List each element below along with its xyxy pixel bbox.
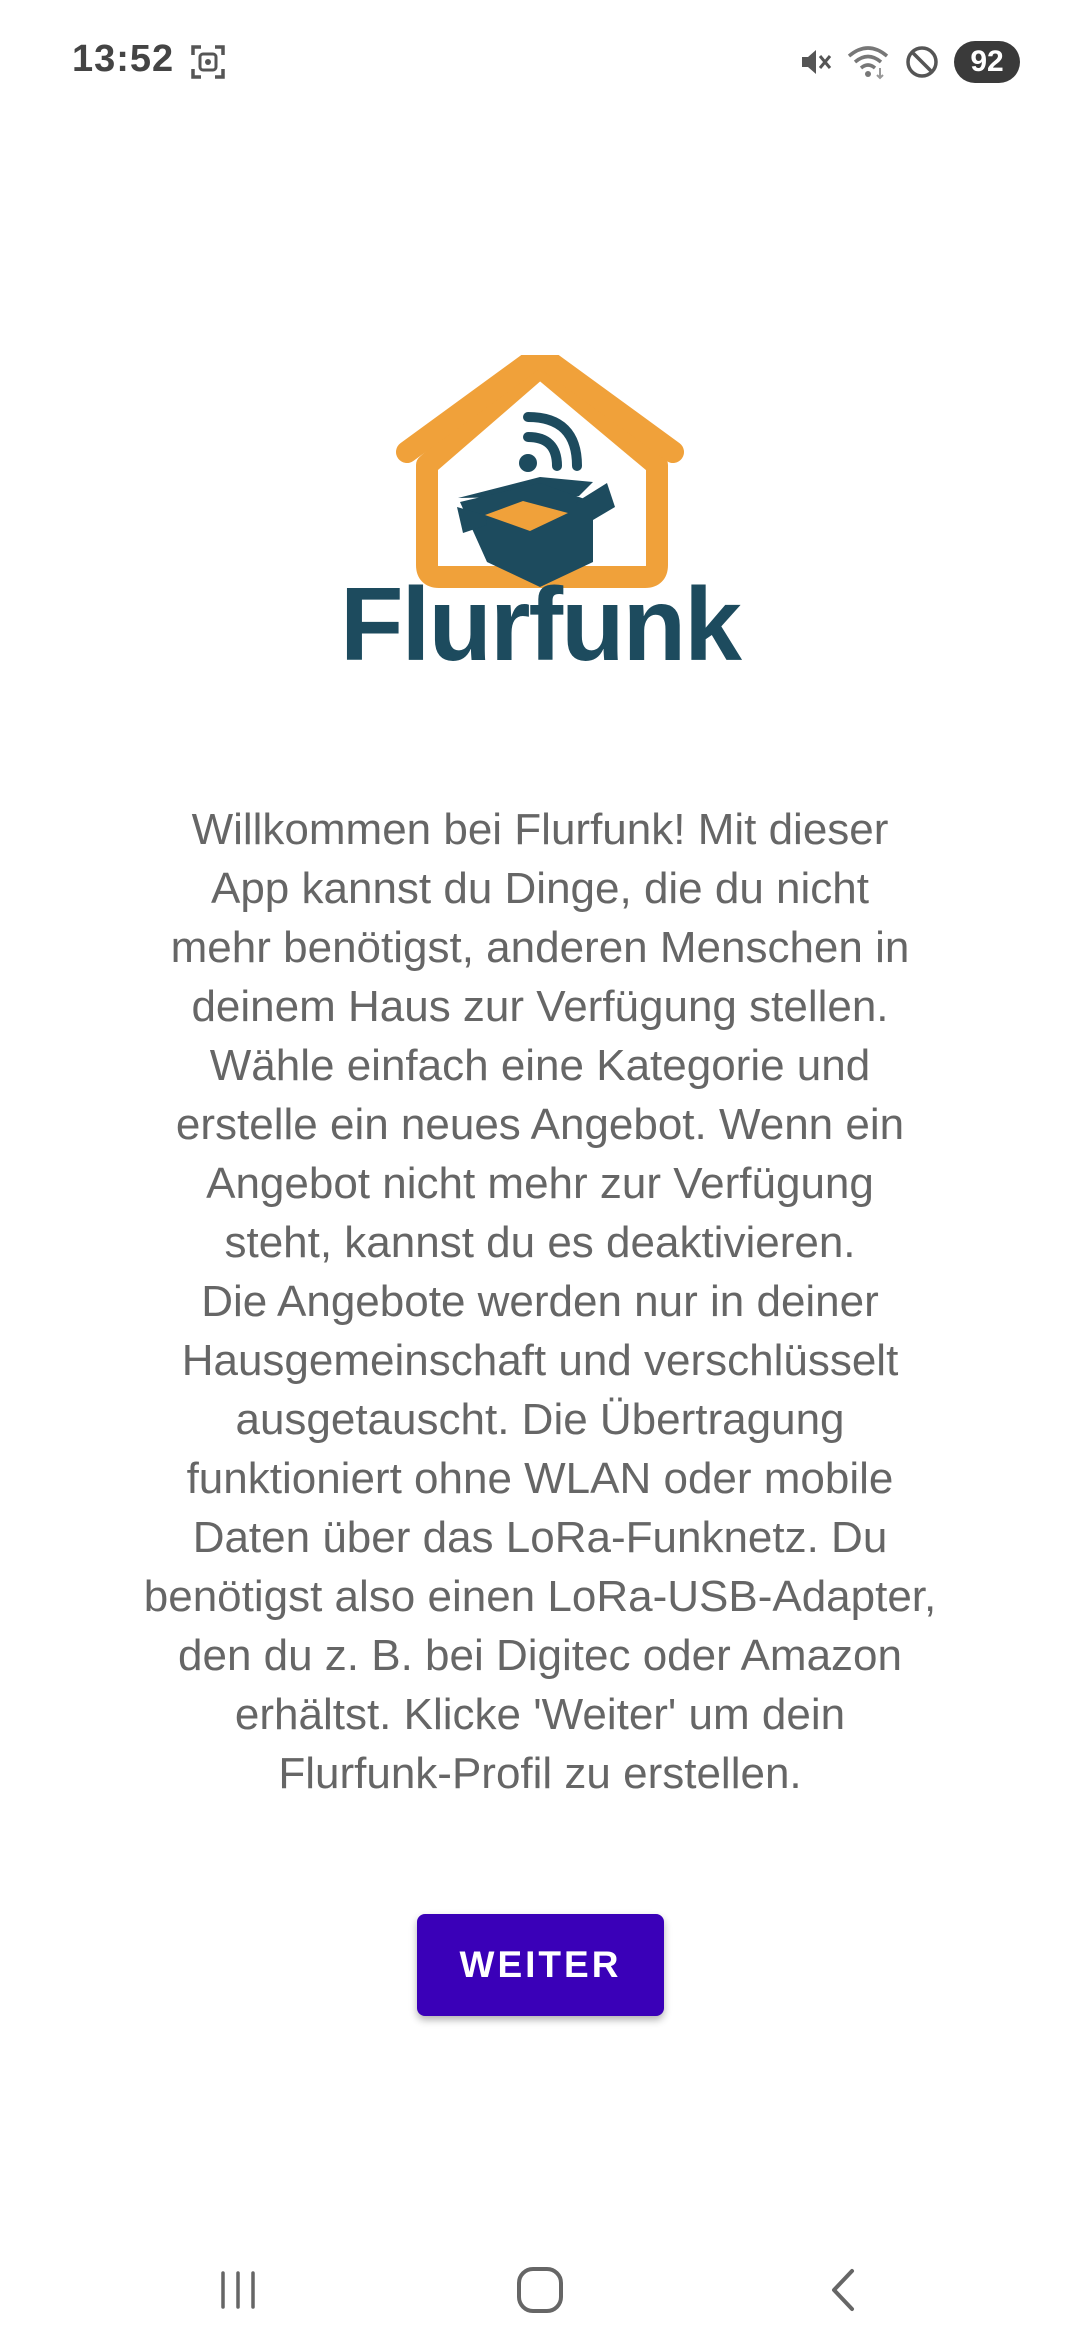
status-bar: 13:52 92 xyxy=(0,0,1080,125)
battery-indicator: 92 xyxy=(954,41,1020,83)
back-icon[interactable] xyxy=(805,2250,885,2330)
status-time: 13:52 xyxy=(72,38,175,80)
recent-apps-icon[interactable] xyxy=(198,2250,278,2330)
navigation-bar xyxy=(0,2220,1080,2340)
do-not-disturb-icon xyxy=(904,44,940,80)
mute-icon xyxy=(798,45,832,79)
status-icons: 92 xyxy=(798,40,1020,84)
home-icon[interactable] xyxy=(500,2250,580,2330)
app-wordmark: Flurfunk xyxy=(340,567,742,683)
screenshot-icon xyxy=(190,44,226,80)
welcome-text: Willkommen bei Flurfunk! Mit dieser App … xyxy=(143,805,937,1798)
weiter-button[interactable]: WEITER xyxy=(417,1914,664,2016)
wifi-icon xyxy=(846,44,890,80)
